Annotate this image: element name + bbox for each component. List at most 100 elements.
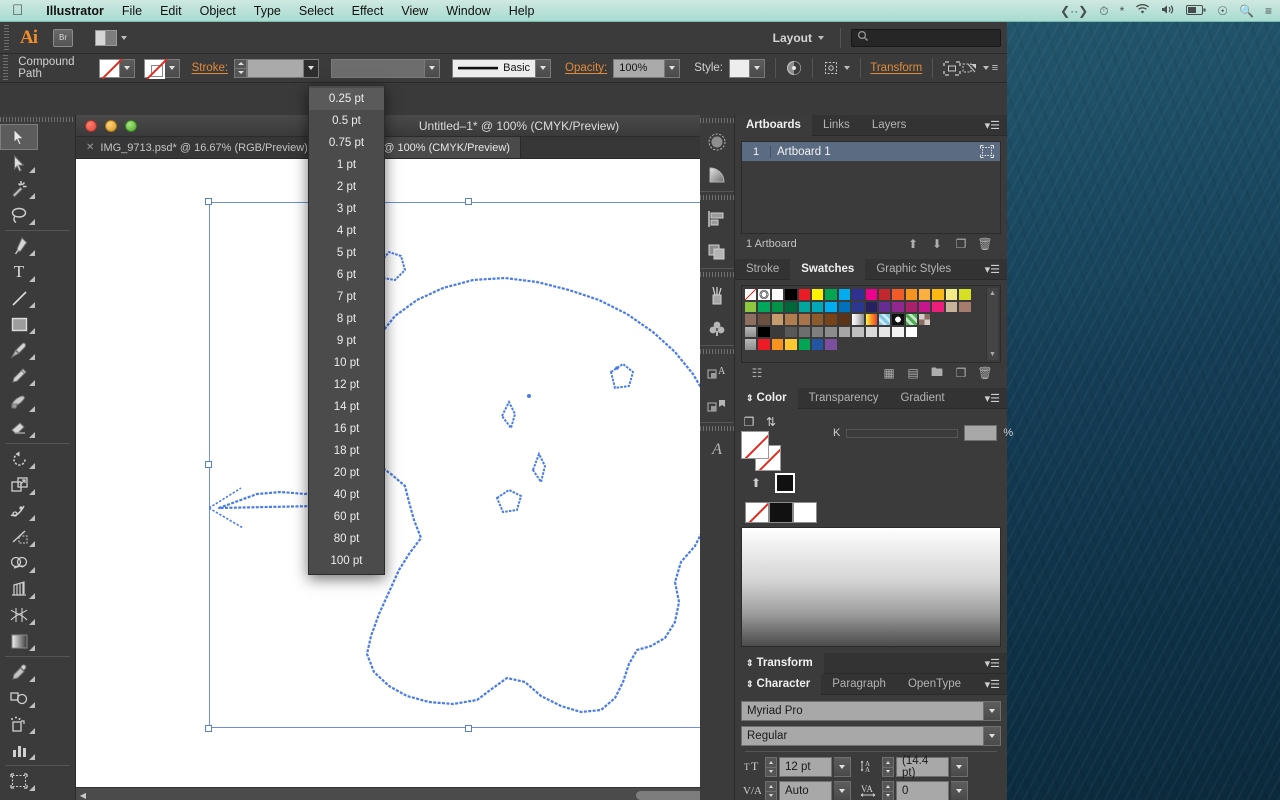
tab-artboards[interactable]: Artboards — [735, 114, 812, 136]
color-swatch[interactable] — [891, 300, 905, 314]
tab-swatches[interactable]: Swatches — [790, 258, 866, 280]
fill-color-swatch[interactable] — [98, 58, 120, 78]
swatches-panel-menu-icon[interactable]: ▾☰ — [985, 263, 1007, 276]
color-swatch[interactable] — [877, 313, 892, 326]
color-swatch[interactable] — [784, 325, 798, 339]
swatches-scroll-up-icon[interactable]: ▲ — [989, 290, 996, 297]
align-chevron-down-icon[interactable] — [843, 66, 850, 70]
color-swatch[interactable] — [757, 288, 771, 301]
stroke-weight-option[interactable]: 1 pt — [309, 154, 384, 176]
color-swatch[interactable] — [891, 288, 905, 301]
color-swatch[interactable] — [784, 338, 798, 351]
close-window-button[interactable] — [85, 119, 97, 132]
zoom-window-button[interactable] — [125, 119, 137, 132]
menu-item-type[interactable]: Type — [245, 0, 290, 22]
scroll-left-arrow-icon[interactable]: ◀ — [76, 788, 90, 800]
dock-grip-3[interactable] — [700, 269, 734, 279]
pen-tool[interactable] — [0, 233, 38, 259]
selection-handle-bottom-center[interactable] — [465, 725, 472, 732]
arrange-chevron-down-icon[interactable] — [121, 35, 127, 40]
leading-stepper[interactable] — [882, 757, 894, 777]
color-swatch[interactable] — [757, 338, 771, 351]
slice-tool[interactable] — [0, 794, 38, 800]
font-size-field[interactable]: 12 pt — [779, 757, 832, 777]
font-style-dropdown[interactable] — [984, 726, 1001, 746]
font-family-field[interactable]: Myriad Pro — [741, 701, 984, 721]
menu-item-file[interactable]: File — [113, 0, 151, 22]
stroke-weight-dropdown[interactable] — [304, 58, 320, 78]
color-swatch[interactable] — [770, 288, 785, 301]
selection-handle-top-center[interactable] — [465, 198, 472, 205]
clock-icon[interactable]: ☉ — [1217, 5, 1228, 17]
color-swatch[interactable] — [944, 288, 959, 301]
color-swatch[interactable] — [877, 325, 892, 339]
swatch-options-icon[interactable]: ▤ — [902, 366, 924, 380]
leading-dropdown[interactable] — [951, 757, 968, 777]
color-swatch[interactable] — [958, 288, 972, 301]
add-to-swatches-icon[interactable]: ⬆ — [745, 476, 767, 490]
color-swatch[interactable] — [904, 313, 919, 326]
color-swatch[interactable] — [944, 300, 959, 314]
opacity-label[interactable]: Opacity: — [565, 62, 607, 74]
controlbar-overflow-icon[interactable]: ≡ — [989, 58, 1007, 78]
tab-transparency[interactable]: Transparency — [798, 388, 890, 409]
magic-wand-tool[interactable] — [0, 176, 38, 202]
tracking-dropdown[interactable] — [951, 781, 968, 800]
font-style-field[interactable]: Regular — [741, 726, 984, 746]
new-artboard-icon[interactable]: ❐ — [950, 237, 972, 251]
color-swap-stack-icon[interactable]: ❐ — [741, 415, 757, 429]
lasso-tool[interactable] — [0, 202, 38, 228]
brushes-panel-icon[interactable] — [700, 279, 734, 312]
color-swatch[interactable] — [797, 288, 811, 301]
glyphs-panel-icon[interactable]: A — [700, 433, 734, 466]
move-down-icon[interactable]: ⬇ — [926, 237, 948, 251]
appearance-panel-icon[interactable]: A — [700, 356, 734, 389]
stroke-swatch-dropdown[interactable] — [164, 58, 180, 78]
show-swatch-kinds-icon[interactable]: ▦ — [878, 366, 900, 380]
color-panel-menu-icon[interactable]: ▾☰ — [985, 392, 1007, 405]
spotlight-search-icon[interactable]: 🔍 — [1239, 5, 1254, 17]
color-swatch[interactable] — [864, 288, 878, 301]
stroke-weight-option[interactable]: 20 pt — [309, 462, 384, 484]
tab-paragraph[interactable]: Paragraph — [821, 674, 897, 695]
dock-grip-1[interactable] — [700, 115, 734, 125]
volume-icon[interactable] — [1161, 4, 1175, 17]
artboard-tool[interactable] — [0, 768, 38, 794]
color-black-swatch[interactable] — [775, 473, 795, 493]
color-swatch[interactable] — [837, 288, 852, 301]
paintbrush-tool[interactable] — [0, 337, 38, 363]
tab-color[interactable]: ⇕ Color — [735, 387, 798, 409]
color-swatch[interactable] — [810, 300, 825, 314]
color-swatch[interactable] — [864, 325, 878, 339]
color-swatch[interactable] — [770, 338, 785, 351]
symbol-sprayer-tool[interactable] — [0, 711, 38, 737]
color-swatch[interactable] — [757, 313, 771, 326]
color-swatch[interactable] — [904, 288, 919, 301]
graphic-style-dropdown[interactable] — [750, 58, 765, 78]
stroke-weight-option[interactable]: 0.25 pt — [309, 88, 384, 110]
color-swatch[interactable] — [810, 313, 825, 326]
menu-item-select[interactable]: Select — [290, 0, 343, 22]
selection-handle-top-left[interactable] — [205, 198, 212, 205]
color-swatch[interactable] — [931, 288, 945, 301]
k-channel-slider[interactable] — [846, 428, 959, 438]
color-swatch[interactable] — [744, 325, 758, 339]
color-swatch[interactable] — [904, 300, 919, 314]
document-tab-1[interactable]: ✕ IMG_9713.psd* @ 16.67% (RGB/Preview) — [76, 137, 319, 158]
shape-builder-tool[interactable] — [0, 550, 38, 576]
artboards-panel-menu-icon[interactable]: ▾☰ — [985, 119, 1007, 132]
color-swatch[interactable] — [891, 325, 905, 339]
stroke-weight-option[interactable]: 10 pt — [309, 352, 384, 374]
stroke-weight-option[interactable]: 9 pt — [309, 330, 384, 352]
rectangle-tool[interactable] — [0, 311, 38, 337]
color-swatch[interactable] — [797, 325, 811, 339]
bridge-button[interactable]: Br — [53, 28, 73, 47]
color-swap-arrows-icon[interactable]: ⇅ — [763, 415, 779, 429]
blob-brush-tool[interactable] — [0, 389, 38, 415]
color-spectrum-white[interactable] — [793, 502, 817, 523]
swatch-libraries-icon[interactable]: ☷ — [746, 366, 768, 380]
perspective-grid-tool[interactable] — [0, 576, 38, 602]
selection-tool[interactable] — [0, 124, 38, 150]
tools-panel-grip[interactable] — [0, 115, 75, 124]
stroke-weight-dropdown-menu[interactable]: 0.25 pt 0.5 pt 0.75 pt 1 pt 2 pt 3 pt 4 pt 5 pt… — [308, 85, 385, 575]
